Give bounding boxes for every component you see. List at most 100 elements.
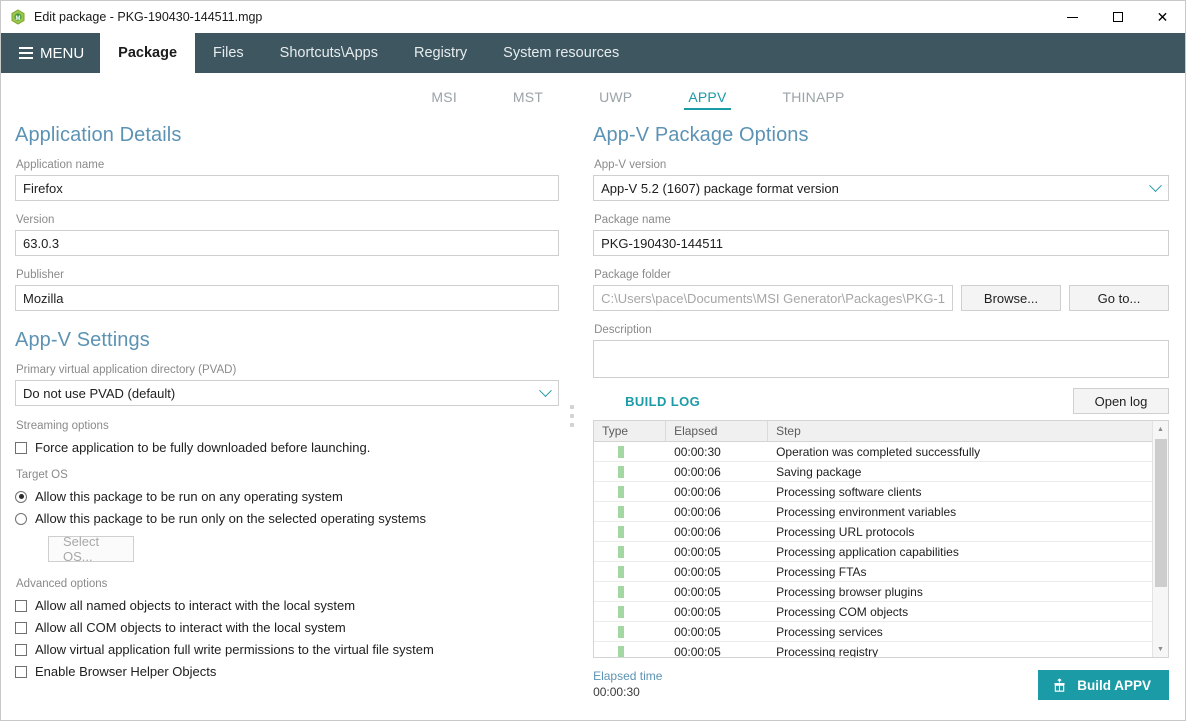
log-row-elapsed: 00:00:05 — [674, 544, 721, 559]
allow-com-objects-label: Allow all COM objects to interact with t… — [35, 620, 346, 635]
tab-system-resources-label: System resources — [503, 45, 620, 61]
tab-shortcuts-apps[interactable]: Shortcuts\Apps — [262, 33, 396, 73]
version-input[interactable]: 63.0.3 — [15, 230, 560, 256]
close-button[interactable]: ✕ — [1140, 1, 1185, 33]
appv-version-select[interactable]: App-V 5.2 (1607) package format version — [593, 175, 1169, 201]
publisher-input[interactable]: Mozilla — [15, 285, 560, 311]
table-row[interactable]: 00:00:06 Saving package — [594, 462, 1168, 482]
subtab-appv-label: APPV — [688, 89, 727, 105]
application-name-input[interactable]: Firefox — [15, 175, 560, 201]
goto-button[interactable]: Go to... — [1069, 285, 1169, 311]
tab-package[interactable]: Package — [100, 33, 196, 73]
build-log-scrollbar[interactable]: ▲ ▼ — [1152, 421, 1168, 657]
table-row[interactable]: 00:00:06 Processing environment variables — [594, 502, 1168, 522]
browse-button[interactable]: Browse... — [961, 285, 1061, 311]
advanced-options-label: Advanced options — [16, 578, 108, 590]
table-row[interactable]: 00:00:05 Processing services — [594, 622, 1168, 642]
log-row-step: Processing FTAs — [776, 564, 867, 579]
package-folder-field-group: Package folder C:\Users\pace\Documents\M… — [593, 269, 1169, 311]
log-row-step: Processing registry — [776, 644, 879, 658]
allow-named-objects-checkbox[interactable] — [15, 599, 27, 612]
appv-package-options-heading: App-V Package Options — [593, 124, 809, 146]
allow-com-objects-row[interactable]: Allow all COM objects to interact with t… — [15, 620, 559, 635]
main-tab-strip: MENU Package Files Shortcuts\Apps Regist… — [1, 33, 1185, 73]
application-name-label: Application name — [16, 159, 105, 171]
allow-named-objects-row[interactable]: Allow all named objects to interact with… — [15, 598, 559, 613]
log-row-type — [594, 565, 666, 578]
log-row-elapsed: 00:00:05 — [674, 564, 721, 579]
target-os-any-label: Allow this package to be run on any oper… — [35, 489, 343, 504]
enable-bho-checkbox[interactable] — [15, 665, 27, 678]
subtab-mst[interactable]: MST — [485, 89, 571, 112]
scroll-down-arrow-icon[interactable]: ▼ — [1153, 641, 1169, 657]
target-os-selected-radio[interactable] — [15, 512, 27, 525]
title-bar-left: M Edit package - PKG-190430-144511.mgp — [1, 9, 262, 25]
pvad-select[interactable]: Do not use PVAD (default) — [15, 380, 560, 406]
build-log-header: BUILD LOG Open log — [593, 388, 1169, 414]
target-os-any-row[interactable]: Allow this package to be run on any oper… — [15, 489, 559, 504]
status-badge — [618, 565, 625, 578]
scroll-up-arrow-icon[interactable]: ▲ — [1153, 421, 1169, 437]
log-row-step: Processing URL protocols — [776, 524, 915, 539]
open-log-button[interactable]: Open log — [1073, 388, 1169, 414]
select-os-button[interactable]: Select OS... — [48, 534, 134, 564]
table-row[interactable]: 00:00:05 Processing COM objects — [594, 602, 1168, 622]
elapsed-time-value: 00:00:30 — [593, 685, 640, 700]
force-download-checkbox[interactable] — [15, 441, 27, 454]
pane-splitter[interactable] — [569, 112, 577, 720]
force-download-checkbox-row[interactable]: Force application to be fully downloaded… — [15, 440, 559, 455]
subtab-msi[interactable]: MSI — [403, 89, 485, 112]
tab-files[interactable]: Files — [195, 33, 262, 73]
log-row-type — [594, 465, 666, 478]
tab-registry[interactable]: Registry — [396, 33, 485, 73]
table-row[interactable]: 00:00:05 Processing registry — [594, 642, 1168, 657]
minimize-button[interactable] — [1050, 1, 1095, 33]
description-textarea[interactable] — [593, 340, 1169, 378]
menu-button[interactable]: MENU — [13, 33, 100, 73]
tab-files-label: Files — [213, 45, 244, 61]
log-row-elapsed: 00:00:06 — [674, 504, 721, 519]
hamburger-icon — [19, 47, 33, 59]
version-label: Version — [16, 214, 55, 226]
allow-com-objects-checkbox[interactable] — [15, 621, 27, 634]
log-row-elapsed: 00:00:05 — [674, 644, 721, 658]
scroll-thumb[interactable] — [1155, 439, 1167, 587]
subtab-appv[interactable]: APPV — [660, 89, 754, 112]
enable-bho-row[interactable]: Enable Browser Helper Objects — [15, 664, 559, 679]
table-row[interactable]: 00:00:05 Processing application capabilit… — [594, 542, 1168, 562]
package-folder-input[interactable]: C:\Users\pace\Documents\MSI Generator\Pa… — [593, 285, 953, 311]
subtab-uwp[interactable]: UWP — [571, 89, 660, 112]
appv-version-selected-value: App-V 5.2 (1607) package format version — [601, 180, 839, 196]
tab-shortcuts-apps-label: Shortcuts\Apps — [279, 45, 378, 61]
table-row[interactable]: 00:00:06 Processing software clients — [594, 482, 1168, 502]
pvad-label: Primary virtual application directory (P… — [16, 364, 237, 376]
menu-label: MENU — [40, 44, 85, 62]
target-os-any-radio[interactable] — [15, 490, 27, 503]
maximize-button[interactable] — [1095, 1, 1140, 33]
appv-version-field-group: App-V version App-V 5.2 (1607) package f… — [593, 159, 1169, 201]
package-name-input[interactable]: PKG-190430-144511 — [593, 230, 1169, 256]
build-log-title: BUILD LOG — [625, 393, 701, 409]
package-name-field-group: Package name PKG-190430-144511 — [593, 214, 1169, 256]
log-row-step: Processing environment variables — [776, 504, 957, 519]
tab-system-resources[interactable]: System resources — [485, 33, 637, 73]
status-badge — [618, 625, 625, 638]
log-row-type — [594, 605, 666, 618]
close-icon: ✕ — [1156, 9, 1169, 25]
maximize-icon — [1112, 12, 1123, 22]
target-os-selected-row[interactable]: Allow this package to be run only on the… — [15, 511, 559, 526]
subtab-thinapp[interactable]: THINAPP — [755, 89, 873, 112]
splitter-grip-icon — [570, 405, 575, 427]
table-row[interactable]: 00:00:06 Processing URL protocols — [594, 522, 1168, 542]
status-badge — [618, 645, 625, 657]
table-row[interactable]: 00:00:05 Processing FTAs — [594, 562, 1168, 582]
allow-full-write-checkbox[interactable] — [15, 643, 27, 656]
build-appv-button[interactable]: Build APPV — [1038, 670, 1169, 701]
svg-text:M: M — [16, 16, 21, 22]
subtab-thinapp-label: THINAPP — [782, 89, 845, 105]
table-row[interactable]: 00:00:30 Operation was completed successf… — [594, 442, 1168, 462]
table-row[interactable]: 00:00:05 Processing browser plugins — [594, 582, 1168, 602]
pvad-selected-value: Do not use PVAD (default) — [23, 385, 176, 401]
allow-full-write-row[interactable]: Allow virtual application full write per… — [15, 642, 559, 657]
subtab-mst-label: MST — [512, 89, 544, 105]
